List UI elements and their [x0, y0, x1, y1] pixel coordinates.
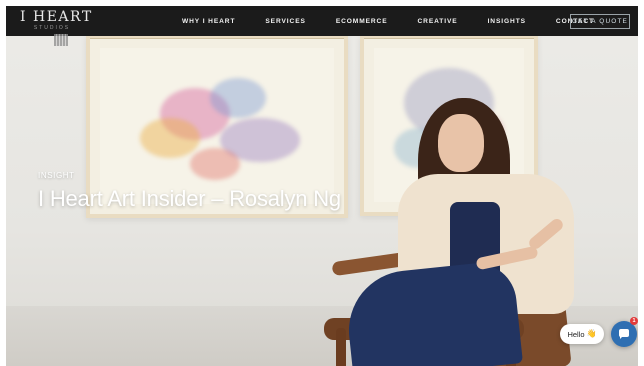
nav-item-insights[interactable]: INSIGHTS — [488, 18, 526, 25]
nav-item-services[interactable]: SERVICES — [265, 18, 305, 25]
armchair-leg — [336, 328, 346, 366]
nav-item-why-i-heart[interactable]: WHY I HEART — [182, 18, 235, 25]
chat-bubble-icon — [619, 329, 629, 339]
site-logo[interactable]: I HEART STUDIOS — [20, 10, 104, 34]
page: I HEART STUDIOS WHY I HEART SERVICES ECO… — [6, 6, 638, 366]
nav-item-ecommerce[interactable]: ECOMMERCE — [336, 18, 388, 25]
person-skirt — [343, 259, 523, 366]
qr-code-icon — [54, 34, 68, 46]
chat-greeting-text: Hello — [567, 329, 585, 339]
notification-badge: 1 — [630, 317, 638, 325]
logo-text: I HEART — [20, 9, 93, 25]
nav-menu: WHY I HEART SERVICES ECOMMERCE CREATIVE … — [182, 6, 594, 36]
waving-hand-icon: 👋 — [586, 329, 597, 338]
chat-greeting-bubble[interactable]: Hello 👋 — [560, 324, 604, 344]
logo-subtext: STUDIOS — [33, 25, 71, 31]
person-face — [438, 114, 484, 172]
nav-item-creative[interactable]: CREATIVE — [418, 18, 458, 25]
article-category: INSIGHT — [38, 171, 75, 180]
page-title: I Heart Art Insider – Rosalyn Ng — [38, 186, 341, 211]
get-a-quote-button[interactable]: GET A QUOTE — [570, 14, 630, 29]
top-navigation: I HEART STUDIOS WHY I HEART SERVICES ECO… — [6, 6, 638, 36]
